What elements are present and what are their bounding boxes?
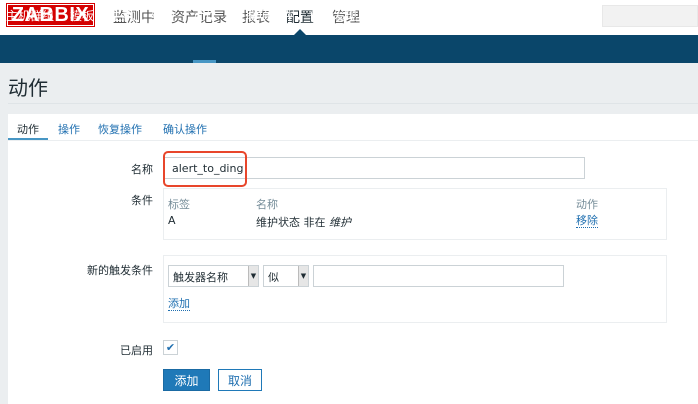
tab-operations[interactable]: 操作 xyxy=(58,121,80,137)
search-input[interactable] xyxy=(602,5,698,27)
nav-host-groups[interactable]: 主机群组 xyxy=(6,7,54,24)
nav-discovery[interactable]: 自动发现 xyxy=(309,7,357,24)
page-title: 动作 xyxy=(8,76,48,100)
column-action: 动作 xyxy=(576,198,598,211)
active-nav-indicator xyxy=(193,60,216,63)
condition-label: A xyxy=(168,214,176,227)
condition-name: 维护状态 非在 维护 xyxy=(256,214,351,230)
nav-actions[interactable]: 动作 xyxy=(193,7,217,24)
column-label: 标签 xyxy=(168,198,190,211)
remove-condition-link[interactable]: 移除 xyxy=(576,214,598,228)
condition-name-value: 维护 xyxy=(329,216,351,229)
conditions-label: 条件 xyxy=(131,194,153,207)
condition-operator-value: 似 xyxy=(268,271,279,284)
active-menu-caret xyxy=(294,29,306,35)
condition-type-select[interactable]: 触发器名称 ▼ xyxy=(168,265,259,287)
enabled-label: 已启用 xyxy=(120,344,153,357)
condition-type-value: 触发器名称 xyxy=(173,271,228,284)
nav-hosts[interactable]: 主机 xyxy=(110,7,134,24)
divider xyxy=(8,140,698,141)
add-condition-link[interactable]: 添加 xyxy=(168,297,190,311)
enabled-checkbox[interactable]: ✔ xyxy=(163,340,178,355)
nav-event-correlation[interactable]: 关联项事件 xyxy=(234,7,294,24)
nav-services[interactable]: 服务 xyxy=(372,7,396,24)
highlight-annotation xyxy=(163,151,247,187)
condition-name-text: 维护状态 非在 xyxy=(256,216,326,229)
tab-action[interactable]: 动作 xyxy=(17,121,39,137)
dropdown-arrow-icon: ▼ xyxy=(248,266,258,286)
cancel-button[interactable]: 取消 xyxy=(218,369,262,391)
tab-acknowledge-operations[interactable]: 确认操作 xyxy=(163,121,207,137)
divider xyxy=(8,103,698,104)
condition-value-input[interactable] xyxy=(313,265,564,287)
nav-templates[interactable]: 模板 xyxy=(70,7,94,24)
new-condition-label: 新的触发条件 xyxy=(87,264,153,277)
name-label: 名称 xyxy=(131,163,153,176)
dropdown-arrow-icon: ▼ xyxy=(298,266,308,286)
tab-recovery-operations[interactable]: 恢复操作 xyxy=(98,121,142,137)
checkmark-icon: ✔ xyxy=(165,341,176,354)
add-button[interactable]: 添加 xyxy=(163,369,210,391)
nav-maintenance[interactable]: 维护 xyxy=(151,7,175,24)
condition-operator-select[interactable]: 似 ▼ xyxy=(263,265,309,287)
column-name: 名称 xyxy=(256,198,278,211)
sub-navigation xyxy=(0,35,698,63)
